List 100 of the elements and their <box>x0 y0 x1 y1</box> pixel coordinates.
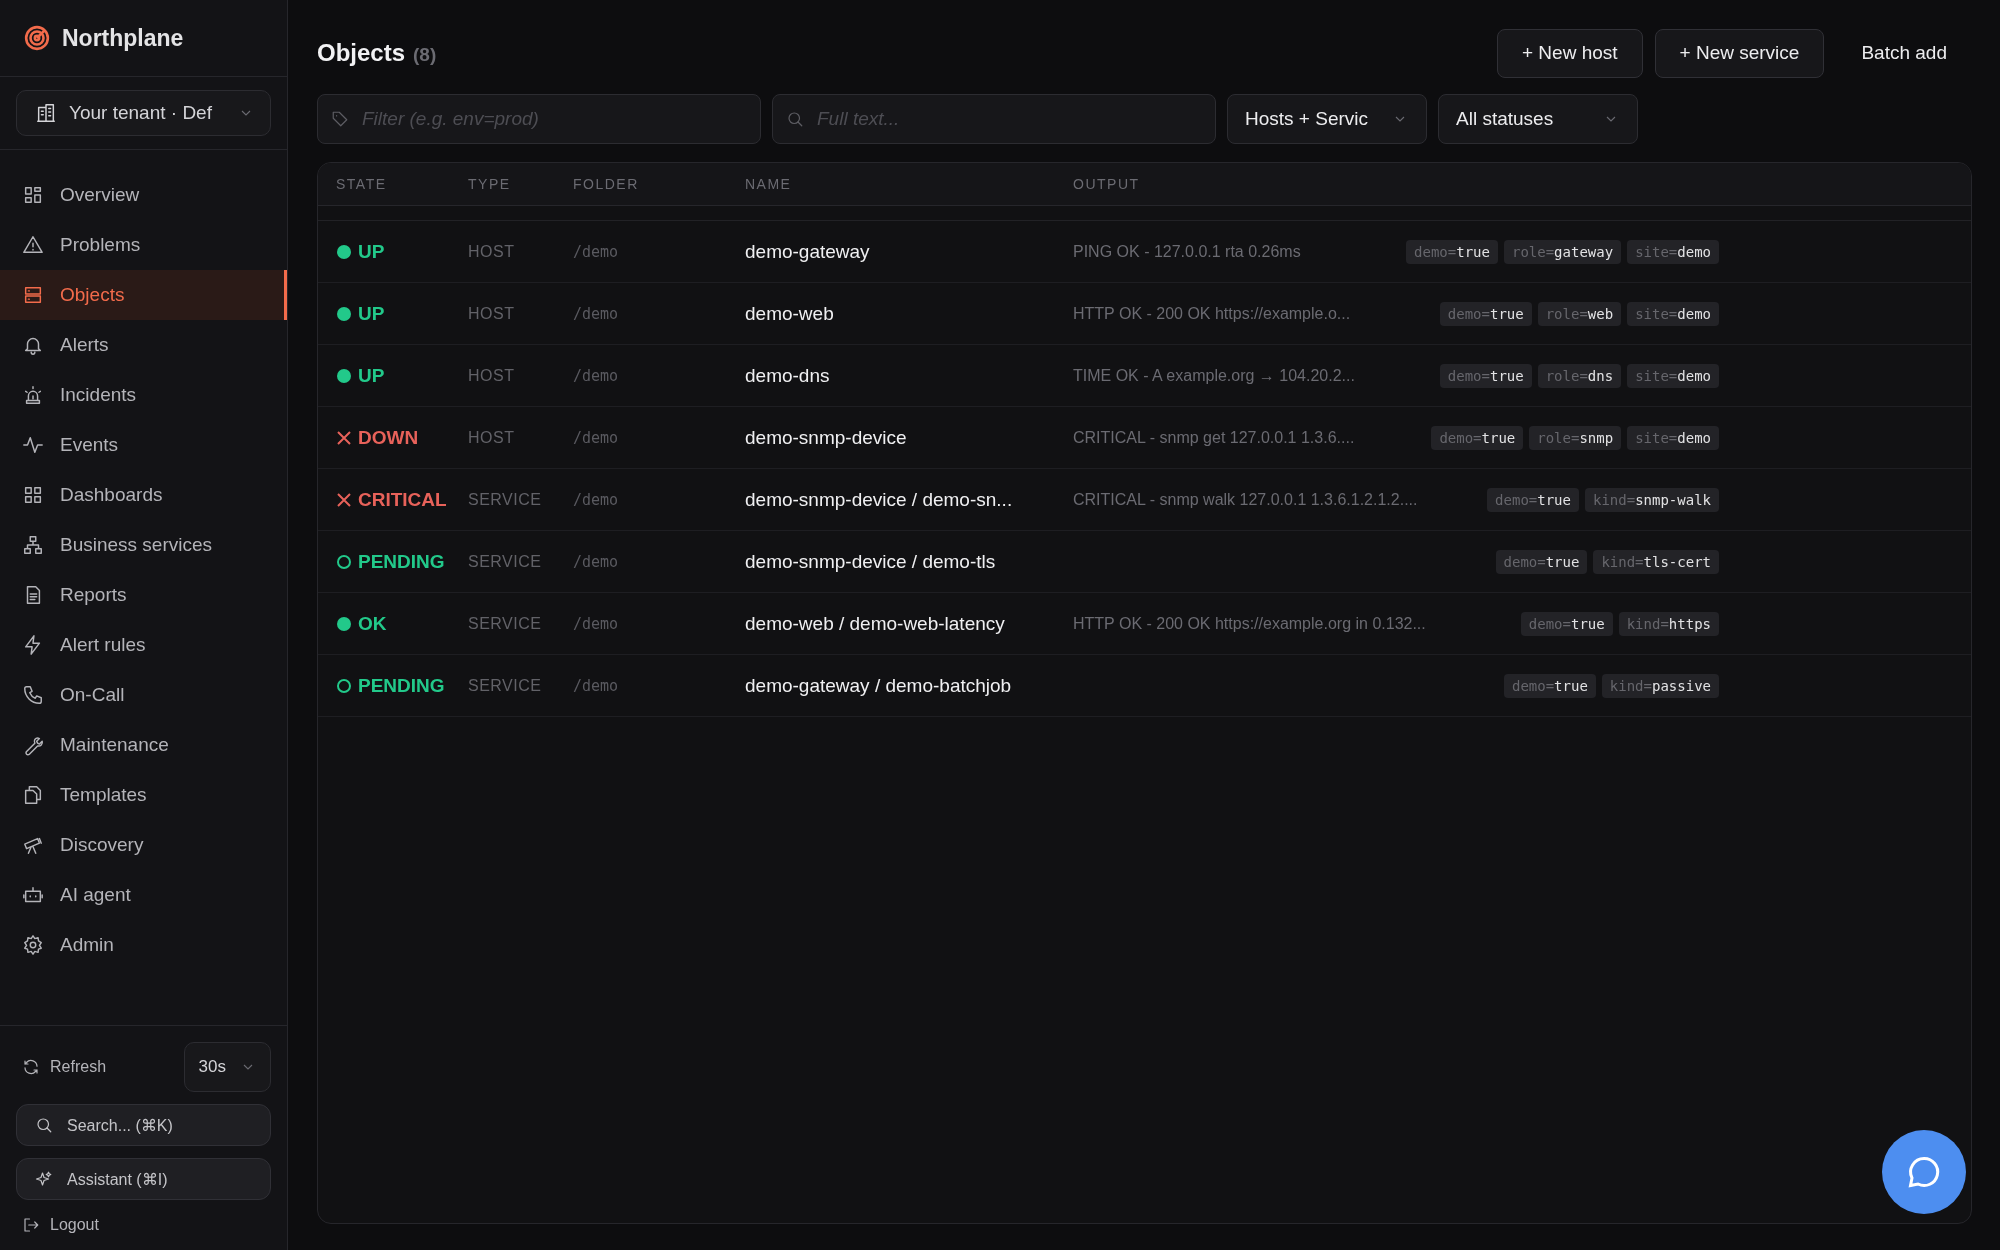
brand-name: Northplane <box>62 24 184 52</box>
tag-chip: role=dns <box>1537 363 1622 388</box>
status-label: OK <box>358 612 387 635</box>
search-field[interactable]: Full text... <box>772 94 1216 144</box>
nav-item[interactable]: On-Call <box>0 670 287 720</box>
status-label: UP <box>358 240 385 263</box>
output-cell: TIME OK - A example.org → 104.20.2... <box>1073 366 1355 385</box>
folder-cell: /demo <box>573 676 619 695</box>
logout-icon <box>22 1216 40 1234</box>
refresh-button[interactable]: Refresh <box>16 1058 113 1076</box>
type-cell: SERVICE <box>468 490 542 509</box>
phone-icon <box>22 684 44 706</box>
tag-icon <box>331 110 349 128</box>
output-cell: PING OK - 127.0.0.1 rta 0.26ms <box>1073 242 1301 261</box>
siren-icon <box>22 384 44 406</box>
nav-item[interactable]: Business services <box>0 520 287 570</box>
search-button[interactable]: Search... (⌘K) <box>16 1104 271 1146</box>
status-select[interactable]: All statuses <box>1438 94 1638 144</box>
output-cell: HTTP OK - 200 OK https://example.org in 0.132... <box>1073 614 1426 633</box>
nav-item[interactable]: Incidents <box>0 370 287 420</box>
output-cell: HTTP OK - 200 OK https://example.o... <box>1073 304 1351 323</box>
assistant-button[interactable]: Assistant (⌘I) <box>16 1158 271 1200</box>
tag-chip: kind=https <box>1618 611 1719 636</box>
tag-chip: kind=passive <box>1601 673 1719 698</box>
tag-chip: role=gateway <box>1503 239 1622 264</box>
nav-item[interactable]: Alerts <box>0 320 287 370</box>
status-label: CRITICAL <box>358 488 447 511</box>
nav-item[interactable]: Discovery <box>0 820 287 870</box>
logo-icon <box>24 25 50 51</box>
wrench-icon <box>22 734 44 756</box>
tag-chip: demo=true <box>1439 363 1532 388</box>
name-cell: demo-web <box>745 302 834 325</box>
column-header: FOLDER <box>573 176 640 192</box>
status-label: PENDING <box>358 550 445 573</box>
tag-chip: kind=tls-cert <box>1593 549 1719 574</box>
building-icon <box>35 102 57 124</box>
filter-field[interactable]: Filter (e.g. env=prod) <box>317 94 761 144</box>
action-button[interactable]: + New service <box>1654 28 1825 78</box>
grid-icon <box>22 184 44 206</box>
grid-icon <box>22 484 44 506</box>
action-button[interactable]: + New host <box>1497 28 1643 78</box>
type-cell: HOST <box>468 366 515 385</box>
folder-cell: /demo <box>573 366 619 385</box>
tag-chip: demo=true <box>1439 301 1532 326</box>
column-header: NAME <box>745 176 793 192</box>
folder-cell: /demo <box>573 552 619 571</box>
search-icon <box>786 110 804 128</box>
logout-button[interactable]: Logout <box>16 1212 271 1238</box>
name-cell: demo-snmp-device <box>745 426 907 449</box>
name-cell: demo-snmp-device / demo-tls <box>745 550 996 573</box>
tenant-select[interactable]: Your tenant · Def <box>16 90 271 136</box>
output-cell: CRITICAL - snmp walk 127.0.0.1 1.3.6.1.2.1.2.... <box>1073 490 1418 509</box>
nav-item[interactable]: Overview <box>0 170 287 220</box>
tag-chip: demo=true <box>1431 425 1524 450</box>
hierarchy-icon <box>22 534 44 556</box>
column-header: STATE <box>335 176 388 192</box>
status-label: PENDING <box>358 674 445 697</box>
nav-item[interactable]: Objects <box>0 270 287 320</box>
type-cell: SERVICE <box>468 552 542 571</box>
tag-chip: demo=true <box>1503 673 1596 698</box>
refresh-icon <box>22 1058 40 1076</box>
column-header: OUTPUT <box>1073 176 1141 192</box>
type-cell: SERVICE <box>468 614 542 633</box>
nav-item[interactable]: Admin <box>0 920 287 970</box>
tag-chip: site=demo <box>1627 363 1719 388</box>
nav-item[interactable]: Alert rules <box>0 620 287 670</box>
sparkle-icon <box>35 1170 53 1188</box>
tag-chip: role=web <box>1537 301 1622 326</box>
status-label: UP <box>358 302 385 325</box>
tag-chip: kind=snmp-walk <box>1585 487 1719 512</box>
nav-item[interactable]: Events <box>0 420 287 470</box>
nav-item[interactable]: Dashboards <box>0 470 287 520</box>
chat-icon <box>1906 1154 1942 1190</box>
name-cell: demo-gateway <box>745 240 870 263</box>
type-cell: HOST <box>468 242 515 261</box>
copy-icon <box>22 784 44 806</box>
type-cell: HOST <box>468 428 515 447</box>
nav-item[interactable]: Problems <box>0 220 287 270</box>
action-button[interactable]: Batch add <box>1836 28 1972 78</box>
tag-chip: demo=true <box>1406 239 1498 264</box>
tag-chip: site=demo <box>1627 239 1719 264</box>
type-cell: SERVICE <box>468 676 542 695</box>
name-cell: demo-dns <box>745 364 830 387</box>
nav-item[interactable]: Maintenance <box>0 720 287 770</box>
search-icon <box>35 1116 53 1134</box>
tag-chip: site=demo <box>1627 301 1719 326</box>
status-label: DOWN <box>358 426 419 449</box>
nav-item[interactable]: AI agent <box>0 870 287 920</box>
name-cell: demo-snmp-device / demo-sn... <box>745 488 1013 511</box>
folder-cell: /demo <box>573 428 619 447</box>
tag-chip: role=snmp <box>1529 425 1622 450</box>
interval-select[interactable]: 30s <box>183 1042 271 1092</box>
page-title: Objects <box>317 39 406 67</box>
tag-chip: demo=true <box>1487 487 1579 512</box>
folder-cell: /demo <box>573 304 619 323</box>
type-select[interactable]: Hosts + Servic <box>1227 94 1427 144</box>
tag-chip: demo=true <box>1495 549 1588 574</box>
nav-item[interactable]: Reports <box>0 570 287 620</box>
type-cell: HOST <box>468 304 515 323</box>
nav-item[interactable]: Templates <box>0 770 287 820</box>
